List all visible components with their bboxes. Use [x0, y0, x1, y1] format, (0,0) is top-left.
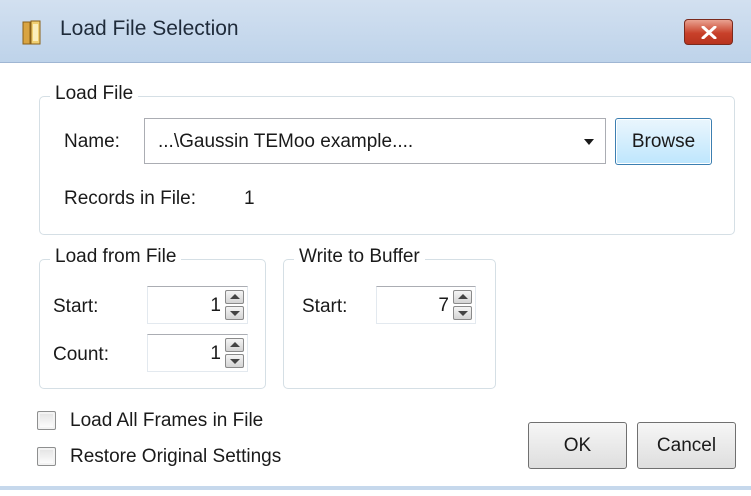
buffer-start-up-button[interactable]: [453, 290, 472, 304]
write-to-buffer-group: Write to Buffer: [283, 246, 496, 389]
restore-settings-label[interactable]: Restore Original Settings: [70, 446, 281, 468]
close-x-icon: [701, 26, 717, 39]
window-bottom-edge: [0, 486, 751, 496]
load-start-spinner[interactable]: 1: [147, 286, 248, 324]
buffer-start-down-button[interactable]: [453, 306, 472, 320]
count-down-button[interactable]: [225, 354, 244, 368]
records-value: 1: [244, 188, 255, 209]
load-start-up-button[interactable]: [225, 290, 244, 304]
buffer-start-spinner[interactable]: 7: [376, 286, 476, 324]
records-label: Records in File:: [64, 188, 196, 209]
chevron-down-icon[interactable]: [584, 139, 594, 145]
file-name-value: ...\Gaussin TEMoo example....: [158, 131, 414, 152]
name-label: Name:: [64, 131, 120, 152]
arrow-down-icon: [230, 311, 240, 316]
restore-settings-checkbox[interactable]: [37, 447, 56, 466]
load-from-file-group-label: Load from File: [50, 246, 182, 268]
close-button[interactable]: [684, 19, 733, 45]
load-all-checkbox[interactable]: [37, 411, 56, 430]
buffer-start-value: 7: [438, 295, 449, 316]
buffer-start-label: Start:: [302, 296, 348, 317]
load-file-group: Load File: [39, 83, 735, 235]
load-start-value: 1: [210, 295, 221, 316]
count-up-button[interactable]: [225, 338, 244, 352]
window-title: Load File Selection: [60, 17, 239, 40]
arrow-up-icon: [458, 294, 468, 299]
arrow-up-icon: [230, 342, 240, 347]
arrow-up-icon: [230, 294, 240, 299]
arrow-down-icon: [230, 359, 240, 364]
load-start-label: Start:: [53, 296, 99, 317]
ok-button[interactable]: OK: [528, 422, 627, 469]
title-bar: Load File Selection: [0, 0, 751, 63]
count-spinner[interactable]: 1: [147, 334, 248, 372]
window-frame-bottom: [0, 486, 751, 490]
write-to-buffer-group-label: Write to Buffer: [294, 246, 425, 268]
load-all-label[interactable]: Load All Frames in File: [70, 410, 263, 432]
load-file-group-label: Load File: [50, 83, 139, 105]
arrow-down-icon: [458, 311, 468, 316]
load-start-down-button[interactable]: [225, 306, 244, 320]
file-name-combobox[interactable]: ...\Gaussin TEMoo example....: [144, 118, 606, 164]
count-label: Count:: [53, 344, 109, 365]
book-icon: [22, 20, 44, 46]
browse-button[interactable]: Browse: [615, 118, 712, 165]
count-value: 1: [210, 343, 221, 364]
cancel-button[interactable]: Cancel: [637, 422, 736, 469]
